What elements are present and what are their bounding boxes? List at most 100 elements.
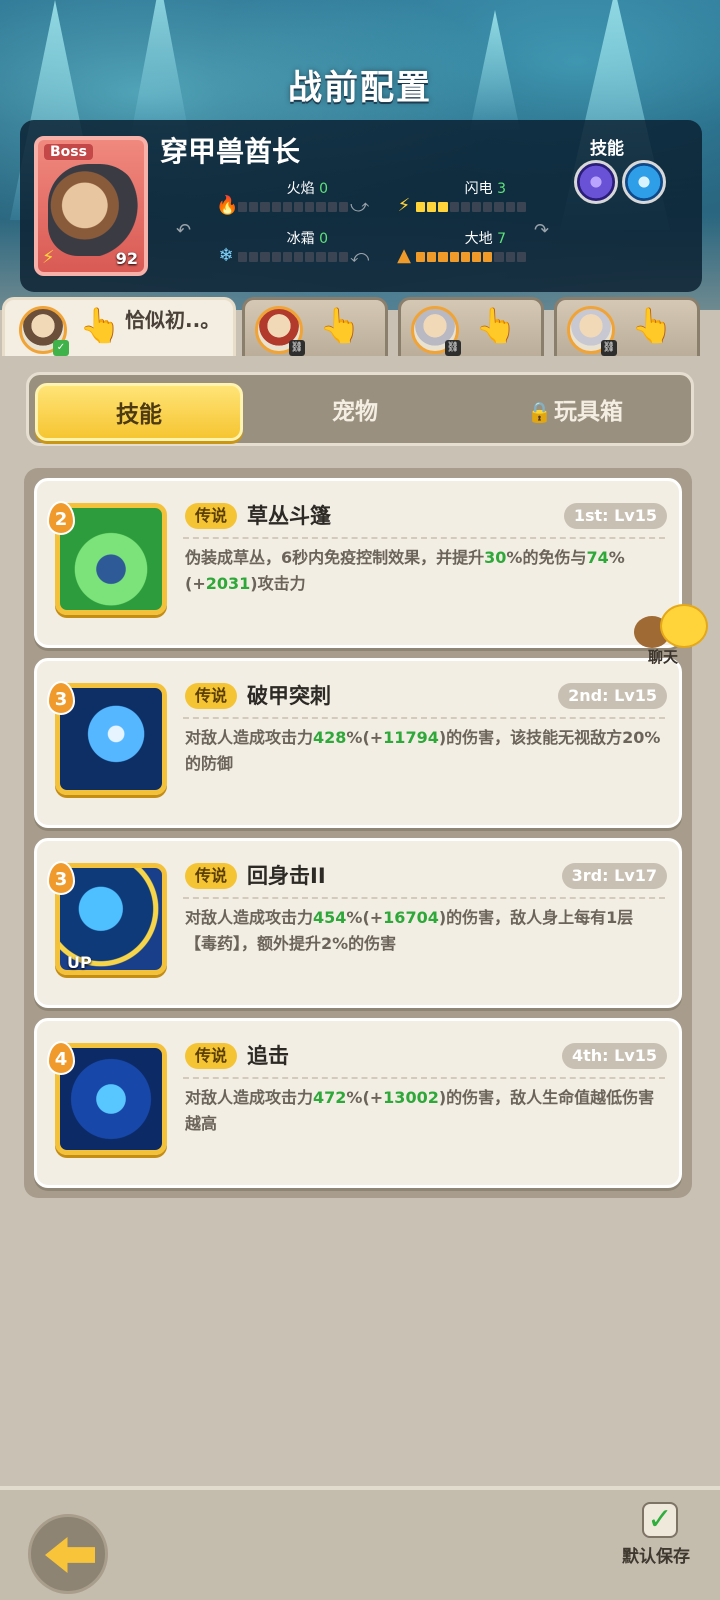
skill-card[interactable]: 3 传说 破甲突刺 2nd: Lv15 对敌人造成攻击力428%(+11794)… — [34, 658, 682, 828]
element-value: 0 — [319, 231, 328, 247]
element-bar-segment — [305, 252, 315, 262]
element-stat-frost: 冰霜 0 ❄ — [216, 228, 356, 268]
divider — [183, 717, 665, 719]
skill-name: 追击 — [247, 1044, 289, 1068]
link-icon: ⛓ — [445, 340, 461, 356]
tab-pets[interactable]: 宠物 — [255, 383, 455, 441]
tap-hand-icon: 👆 — [475, 306, 518, 346]
swirl-skill-icon[interactable] — [574, 160, 618, 204]
element-stat-lightning: 闪电 3 ⚡ — [394, 178, 534, 218]
ice-skill-icon[interactable] — [622, 160, 666, 204]
skill-name: 草丛斗篷 — [247, 504, 331, 528]
skill-level: 1st: Lv15 — [563, 503, 667, 529]
element-bar-segment — [238, 252, 248, 262]
skill-value-highlight: 428 — [313, 728, 347, 747]
hero-name: 恰似初..。 — [125, 308, 221, 332]
element-bar-segment — [271, 252, 281, 262]
element-name: 火焰 — [286, 181, 315, 197]
chat-button[interactable]: 聊天 — [634, 604, 714, 668]
skill-description: 对敌人造成攻击力428%(+11794)的伤害，该技能无视敌方20%的防御 — [185, 725, 665, 777]
boss-card[interactable]: Boss ⚡ 92 — [34, 136, 148, 276]
skill-card[interactable]: 4 传说 追击 4th: Lv15 对敌人造成攻击力472%(+13002)的伤… — [34, 1018, 682, 1188]
cycle-arrow-icon: ⤺ — [350, 246, 370, 267]
divider — [183, 537, 665, 539]
back-button[interactable] — [28, 1514, 108, 1594]
tab-toybox[interactable]: 🔒玩具箱 — [475, 383, 675, 441]
skill-level: 3rd: Lv17 — [561, 863, 667, 889]
element-bar-segment — [316, 202, 326, 212]
checkbox-checked-icon[interactable]: ✓ — [642, 1502, 678, 1538]
skill-description: 伪装成草丛，6秒内免疫控制效果，并提升30%的免伤与74%(+2031)攻击力 — [185, 545, 665, 597]
hero-tab-4[interactable]: ⛓ 👆 — [554, 297, 700, 359]
element-bar — [416, 252, 527, 262]
skill-text: %(+ — [346, 1088, 384, 1107]
element-bar-segment — [516, 202, 527, 212]
skill-value-highlight: 13002 — [383, 1088, 439, 1107]
tab-skills[interactable]: 技能 — [35, 383, 243, 441]
skill-value-highlight: 454 — [313, 908, 347, 927]
element-bar-segment — [282, 202, 293, 212]
skill-value-highlight: 2031 — [205, 574, 251, 593]
rarity-badge: 传说 — [185, 503, 238, 529]
element-bar-segment — [483, 202, 493, 212]
element-value: 0 — [319, 181, 328, 197]
skill-value-highlight: 16704 — [383, 908, 439, 927]
skill-card[interactable]: 3 UP 传说 回身击II 3rd: Lv17 对敌人造成攻击力454%(+16… — [34, 838, 682, 1008]
cycle-arrow-icon: ⤻ — [350, 196, 370, 217]
skill-text: 对敌人造成攻击力 — [185, 1088, 314, 1107]
tap-hand-icon: 👆 — [79, 306, 122, 346]
element-bar-segment — [460, 252, 471, 262]
element-bar-segment — [316, 252, 326, 262]
boss-portrait — [48, 164, 140, 256]
element-name: 大地 — [464, 231, 493, 247]
element-bar-segment — [294, 252, 304, 262]
tap-hand-icon: 👆 — [631, 306, 674, 346]
element-bar-segment — [249, 202, 259, 212]
rarity-badge: 传说 — [185, 1043, 238, 1069]
lock-icon: 🔒 — [527, 400, 552, 424]
category-tabs: 技能 宠物 🔒玩具箱 — [26, 372, 694, 446]
cycle-arrow-icon: ↶ — [176, 220, 192, 241]
boss-name: 穿甲兽酋长 — [160, 135, 301, 168]
upgrade-label: UP — [67, 953, 92, 972]
smiley-icon — [660, 604, 708, 648]
element-stat-earth: 大地 7 ▲ — [394, 228, 534, 268]
divider — [183, 897, 665, 899]
skill-text: 伪装成草丛，6秒内免疫控制效果，并提升 — [185, 548, 485, 567]
element-name: 冰霜 — [286, 231, 315, 247]
element-value: 7 — [497, 231, 506, 247]
boss-level: 92 — [115, 249, 138, 268]
element-bar — [416, 202, 527, 212]
skill-text: 对敌人造成攻击力 — [185, 728, 314, 747]
link-icon: ⛓ — [289, 340, 305, 356]
boss-info-panel: Boss ⚡ 92 穿甲兽酋长 火焰 0 🔥 闪电 3 ⚡ 冰霜 0 ❄ 大地 … — [20, 120, 702, 292]
lightning-icon: ⚡ — [42, 247, 55, 268]
checkmark-icon: ✓ — [53, 340, 69, 356]
element-bar-segment — [494, 202, 504, 212]
hero-tab-1[interactable]: ✓ 👆 恰似初..。 — [2, 297, 236, 361]
hero-tab-3[interactable]: ⛓ 👆 — [398, 297, 544, 359]
skill-level: 2nd: Lv15 — [558, 683, 667, 709]
hero-tab-2[interactable]: ⛓ 👆 — [242, 297, 388, 359]
skill-name: 破甲突刺 — [247, 684, 331, 708]
lightning-icon: ⚡ — [397, 195, 411, 216]
skill-value-highlight: 472 — [313, 1088, 347, 1107]
flame-icon: 🔥 — [216, 195, 239, 216]
skill-card[interactable]: 2 传说 草丛斗篷 1st: Lv15 伪装成草丛，6秒内免疫控制效果，并提升3… — [34, 478, 682, 648]
skill-rank-badge: 4 — [47, 1041, 75, 1075]
element-bar-segment — [282, 252, 293, 262]
skill-value-highlight: 74 — [586, 548, 609, 567]
element-bar-segment — [305, 202, 315, 212]
element-bar-segment — [416, 252, 426, 262]
element-bar-segment — [427, 202, 437, 212]
back-arrow-icon — [45, 1537, 95, 1573]
skill-description: 对敌人造成攻击力454%(+16704)的伤害，敌人身上每有1层【毒药】，额外提… — [185, 905, 665, 957]
skill-text: %的免伤与 — [506, 548, 587, 567]
divider — [183, 1077, 665, 1079]
element-bar — [238, 202, 349, 212]
element-bar-segment — [238, 202, 248, 212]
element-bar-segment — [460, 202, 471, 212]
default-save-label: 默认保存 — [622, 1547, 690, 1567]
page-title: 战前配置 — [288, 68, 432, 108]
element-bar-segment — [505, 252, 515, 262]
